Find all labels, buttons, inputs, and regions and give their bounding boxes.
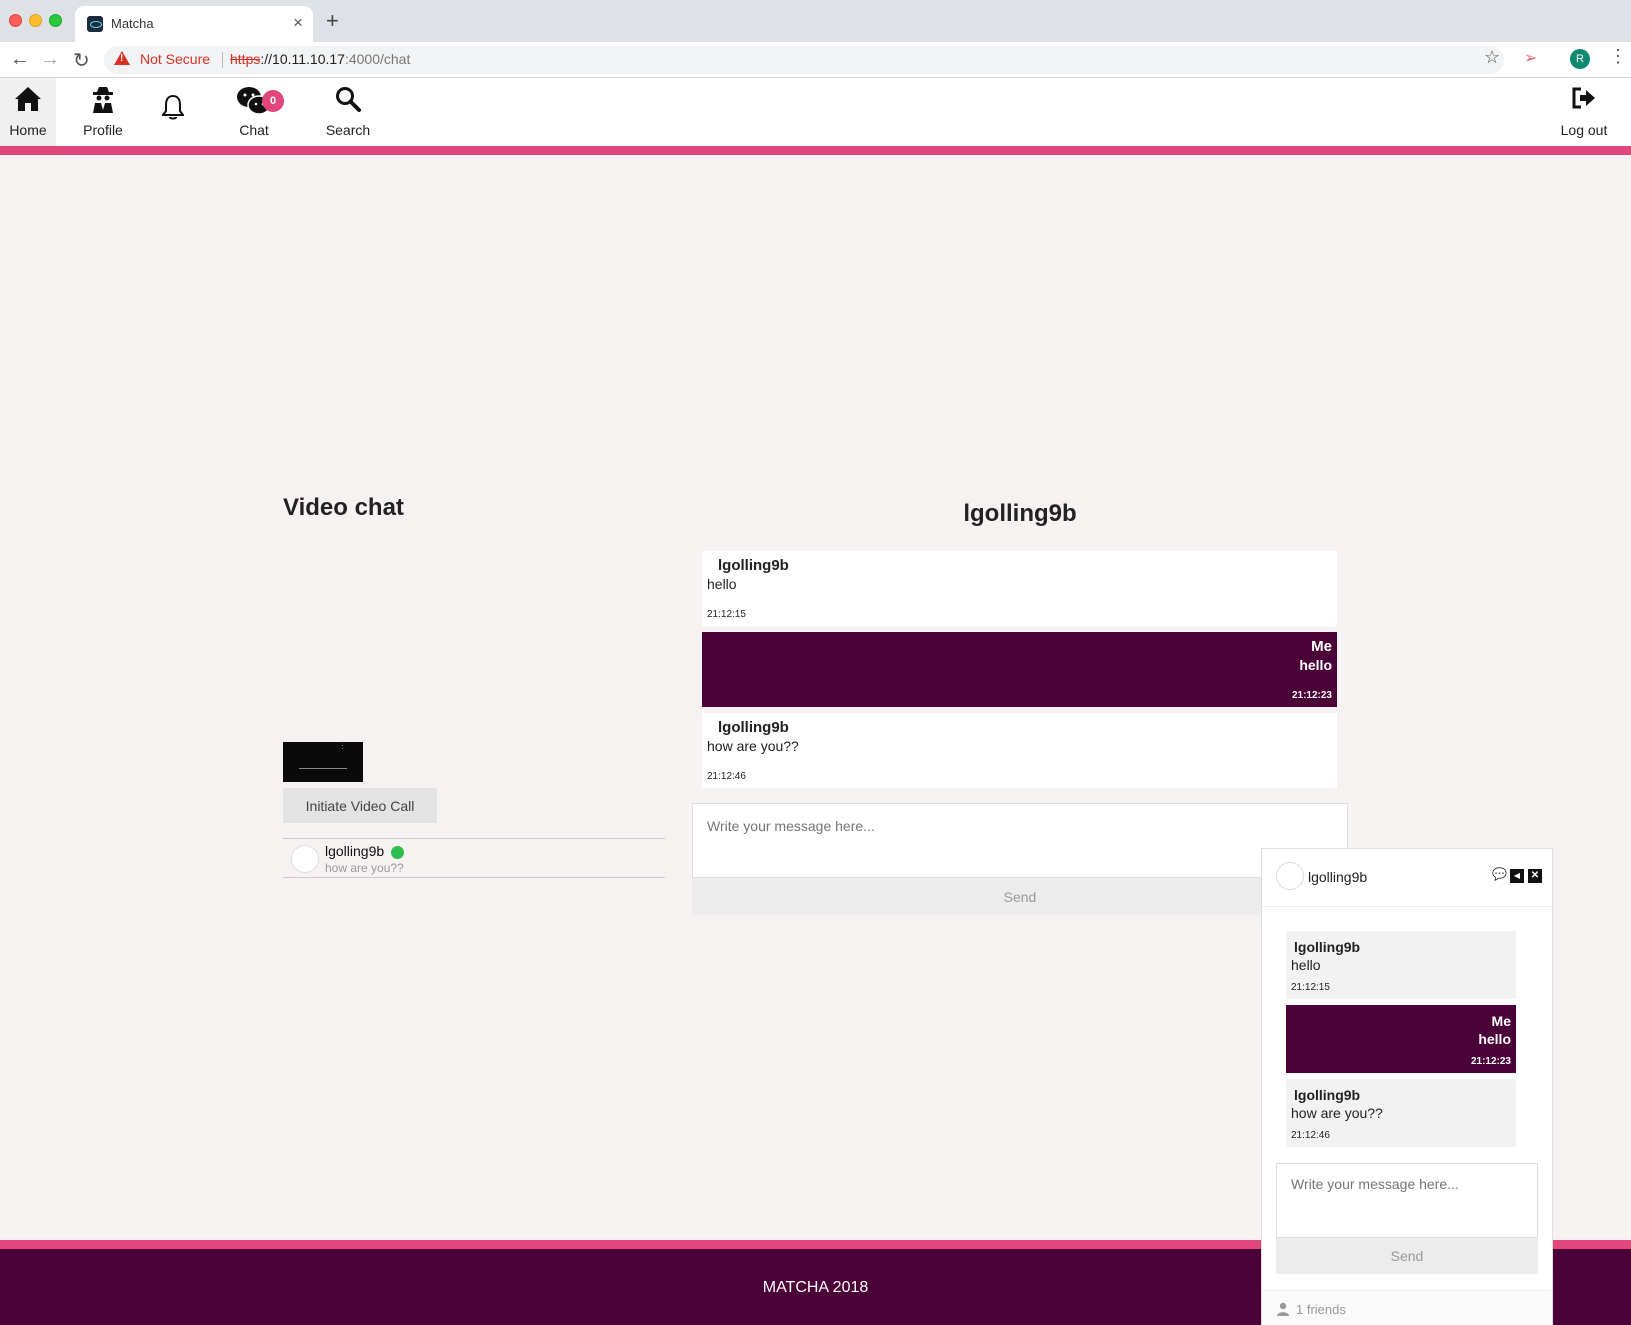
message-text: how are you?? — [707, 738, 799, 754]
tab-close-icon[interactable]: × — [293, 13, 303, 33]
browser-tab[interactable]: Matcha × — [75, 6, 313, 42]
widget-contact-name: lgolling9b — [1308, 869, 1368, 885]
url-field[interactable]: Not Secure https://10.11.10.17:4000/chat — [104, 46, 1504, 74]
chat-count-badge: 0 — [262, 90, 284, 112]
search-icon — [336, 87, 361, 112]
message-sender: lgolling9b — [1294, 939, 1361, 955]
wechat-icon[interactable]: 💬 — [1492, 867, 1507, 881]
spy-icon — [93, 87, 113, 113]
warning-icon — [114, 51, 130, 65]
bookmark-star-icon[interactable]: ☆ — [1484, 47, 1500, 68]
friends-count: 1 friends — [1296, 1302, 1346, 1317]
new-tab-button[interactable]: + — [326, 8, 339, 34]
contact-last-message: how are you?? — [325, 861, 404, 875]
message-text: how are you?? — [1291, 1105, 1383, 1121]
nav-home[interactable]: Home — [0, 78, 56, 146]
collapse-icon[interactable]: ◀ — [1510, 869, 1524, 883]
tab-title: Matcha — [111, 16, 154, 31]
message-time: 21:12:15 — [1291, 982, 1330, 993]
url-host: ://10.11.10.17 — [260, 51, 345, 67]
url-protocol: https — [230, 51, 261, 67]
nav-home-label: Home — [9, 122, 47, 138]
nav-search[interactable]: Search — [320, 78, 376, 146]
widget-message: lgolling9b hello 21:12:15 — [1286, 931, 1516, 999]
message-sender: lgolling9b — [718, 719, 789, 736]
message-sender: lgolling9b — [1294, 1087, 1361, 1103]
nav-notifications[interactable] — [155, 78, 191, 146]
video-chat-title: Video chat — [283, 494, 404, 521]
send-button[interactable]: Send — [692, 878, 1348, 915]
message-text: hello — [707, 576, 737, 592]
message-sender: lgolling9b — [718, 557, 789, 574]
app-navbar: Home Profile 0 Chat Search Log out — [0, 78, 1631, 146]
nav-chat[interactable]: 0 Chat — [222, 78, 292, 146]
widget-controls: 💬 ◀ ✕ — [1488, 865, 1542, 883]
security-label[interactable]: Not Secure — [140, 51, 210, 67]
widget-message-input[interactable] — [1276, 1163, 1538, 1238]
url-path: :4000/chat — [344, 51, 411, 67]
close-icon[interactable]: ✕ — [1528, 869, 1542, 883]
chat-message: lgolling9b how are you?? 21:12:46 — [702, 713, 1337, 788]
chat-message: lgolling9b hello 21:12:15 — [702, 551, 1337, 626]
chat-message: Me hello 21:12:23 — [702, 632, 1337, 707]
widget-friends-bar[interactable]: 1 friends — [1262, 1290, 1552, 1325]
message-input[interactable] — [692, 803, 1348, 878]
window-minimize-button[interactable] — [29, 14, 42, 27]
nav-profile[interactable]: Profile — [76, 78, 130, 146]
message-sender: Me — [1491, 1013, 1511, 1029]
contact-name: lgolling9b — [325, 843, 385, 859]
message-time: 21:12:23 — [1470, 1056, 1511, 1067]
window-zoom-button[interactable] — [49, 14, 62, 27]
user-icon — [1277, 1302, 1289, 1316]
bell-icon — [162, 94, 184, 120]
reload-icon[interactable]: ↻ — [73, 48, 90, 73]
chat-widget: lgolling9b 💬 ◀ ✕ lgolling9b hello 21:12:15… — [1261, 848, 1553, 1325]
contact-list-item[interactable]: lgolling9b how are you?? — [283, 838, 665, 878]
forward-arrow-icon[interactable]: → — [40, 48, 60, 71]
widget-message: Me hello 21:12:23 — [1286, 1005, 1516, 1073]
browser-tab-bar: Matcha × + — [0, 0, 1631, 42]
online-status-icon — [391, 846, 404, 859]
omnibox-divider — [222, 52, 223, 68]
url-text: https://10.11.10.17:4000/chat — [230, 51, 410, 67]
widget-message: lgolling9b how are you?? 21:12:46 — [1286, 1079, 1516, 1147]
react-favicon-icon — [87, 16, 103, 32]
nav-chat-label: Chat — [239, 122, 269, 138]
widget-send-button[interactable]: Send — [1276, 1238, 1538, 1274]
message-time: 21:12:15 — [707, 609, 746, 620]
video-progress-bar — [299, 768, 347, 769]
extension-icon[interactable]: ➢ — [1524, 48, 1537, 68]
message-text: hello — [1478, 1031, 1511, 1047]
home-icon — [15, 87, 41, 111]
sign-out-icon — [1572, 87, 1595, 109]
navbar-accent-border — [0, 146, 1631, 155]
chat-widget-header[interactable]: lgolling9b 💬 ◀ ✕ — [1262, 849, 1552, 907]
back-arrow-icon[interactable]: ← — [10, 48, 30, 71]
video-preview: ⋮ — [283, 741, 363, 782]
address-bar: ← → ↻ Not Secure https://10.11.10.17:400… — [0, 42, 1631, 78]
nav-search-label: Search — [325, 122, 371, 138]
contact-avatar — [291, 845, 319, 873]
nav-logout-label: Log out — [1560, 122, 1608, 138]
message-text: hello — [1291, 957, 1321, 973]
message-text: hello — [1299, 657, 1332, 673]
message-time: 21:12:23 — [1291, 690, 1332, 701]
nav-profile-label: Profile — [83, 122, 123, 138]
nav-logout[interactable]: Log out — [1552, 78, 1616, 146]
message-time: 21:12:46 — [1291, 1130, 1330, 1141]
widget-avatar — [1276, 862, 1304, 890]
profile-avatar[interactable]: R — [1570, 49, 1590, 69]
window-close-button[interactable] — [9, 14, 22, 27]
browser-menu-icon[interactable]: ⋮ — [1609, 46, 1627, 67]
initiate-video-call-button[interactable]: Initiate Video Call — [283, 788, 437, 823]
conversation-title: lgolling9b — [963, 500, 1077, 527]
message-sender: Me — [1311, 638, 1332, 655]
message-time: 21:12:46 — [707, 771, 746, 782]
video-options-icon[interactable]: ⋮ — [338, 741, 347, 750]
